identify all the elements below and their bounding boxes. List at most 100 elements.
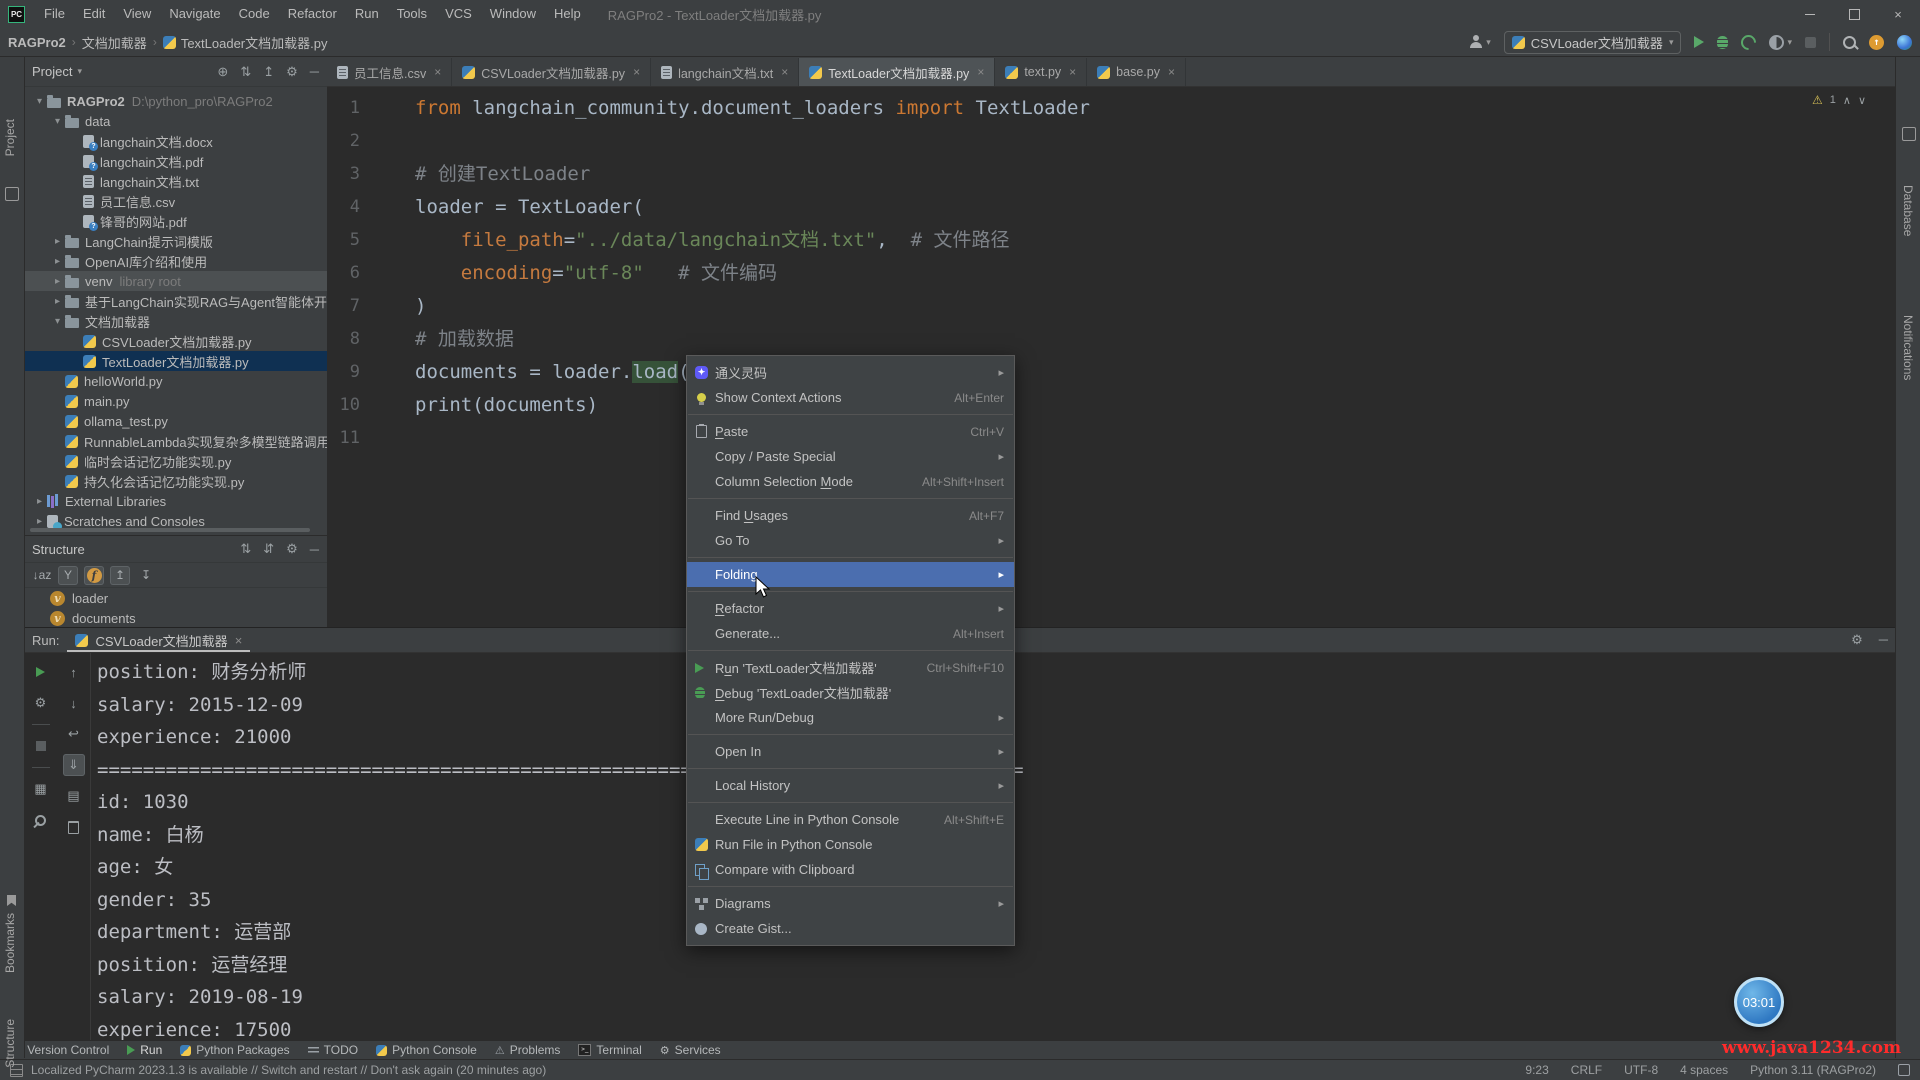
tab-textloader-py[interactable]: TextLoader文档加载器.py× bbox=[799, 58, 995, 86]
line-number[interactable]: 1 bbox=[327, 92, 415, 125]
tree-item-langchain[interactable]: ▸LangChain提示词模版 bbox=[24, 231, 327, 251]
menubar-item-code[interactable]: Code bbox=[230, 0, 279, 28]
toolwindow-button-services[interactable]: ⚙Services bbox=[651, 1041, 730, 1060]
status-crlf[interactable]: CRLF bbox=[1571, 1063, 1602, 1077]
tree-item-main-py[interactable]: main.py bbox=[24, 391, 327, 411]
tree-item-langchain-rag-agent[interactable]: ▸基于LangChain实现RAG与Agent智能体开发 bbox=[24, 291, 327, 311]
line-number[interactable]: 8 bbox=[327, 323, 415, 356]
menubar-item-help[interactable]: Help bbox=[545, 0, 590, 28]
tab-csvloader-py[interactable]: CSVLoader文档加载器.py× bbox=[452, 58, 651, 86]
run-configuration-select[interactable]: CSVLoader文档加载器 ▾ bbox=[1504, 31, 1682, 54]
status-utf-8[interactable]: UTF-8 bbox=[1624, 1063, 1658, 1077]
move-up-icon[interactable]: ↥ bbox=[110, 566, 130, 585]
tree-chevron-icon[interactable]: ▸ bbox=[50, 296, 65, 307]
code-line-8[interactable]: 8# 加载数据 bbox=[327, 323, 1896, 356]
tree-item-py[interactable]: 持久化会话记忆功能实现.py bbox=[24, 471, 327, 491]
line-number[interactable]: 2 bbox=[327, 125, 415, 158]
user-menu-button[interactable]: ▾ bbox=[1469, 35, 1491, 49]
code-line-7[interactable]: 7) bbox=[327, 290, 1896, 323]
tree-item-runnablelambda-p[interactable]: RunnableLambda实现复杂多模型链路调用.p bbox=[24, 431, 327, 451]
menubar-item-vcs[interactable]: VCS bbox=[436, 0, 481, 28]
stripe-bookmarks-button[interactable]: Bookmarks bbox=[3, 913, 17, 973]
close-tab-icon[interactable]: × bbox=[977, 65, 984, 79]
menu-item-open-in[interactable]: Open In▸ bbox=[687, 739, 1014, 764]
line-number[interactable]: 4 bbox=[327, 191, 415, 224]
menu-item-item[interactable]: ✦通义灵码▸ bbox=[687, 360, 1014, 385]
menu-item-run-textloader[interactable]: Run 'TextLoader文档加载器'Ctrl+Shift+F10 bbox=[687, 655, 1014, 680]
menubar-item-navigate[interactable]: Navigate bbox=[160, 0, 229, 28]
stripe-project-button[interactable]: Project bbox=[3, 119, 17, 156]
menu-item-paste[interactable]: PasteCtrl+V bbox=[687, 419, 1014, 444]
close-tab-icon[interactable]: × bbox=[1168, 65, 1175, 79]
code-line-9[interactable]: 9documents = loader.load() bbox=[327, 356, 1896, 389]
scroll-to-source-icon[interactable]: ↥ bbox=[263, 64, 274, 80]
scroll-to-end-icon[interactable]: ⇓ bbox=[63, 754, 85, 776]
tree-item-langchain-pdf[interactable]: langchain文档.pdf bbox=[24, 151, 327, 171]
tree-item-textloader-py[interactable]: TextLoader文档加载器.py bbox=[24, 351, 327, 371]
run-button[interactable] bbox=[1694, 36, 1704, 48]
line-number[interactable]: 9 bbox=[327, 356, 415, 389]
stripe-notifications-button[interactable]: Notifications bbox=[1901, 315, 1915, 380]
menubar-item-refactor[interactable]: Refactor bbox=[279, 0, 346, 28]
next-problem-icon[interactable]: ∨ bbox=[1858, 94, 1866, 107]
expand-all-icon[interactable]: ⇅ bbox=[240, 541, 251, 557]
print-icon[interactable]: ▤ bbox=[63, 785, 85, 807]
menu-item-show-context-actions[interactable]: Show Context ActionsAlt+Enter bbox=[687, 385, 1014, 410]
toolwindow-button-python-console[interactable]: Python Console bbox=[367, 1041, 486, 1060]
breadcrumb-item-item[interactable]: 文档加载器 bbox=[82, 33, 147, 52]
toolwindow-button-problems[interactable]: ⚠Problems bbox=[486, 1041, 570, 1060]
line-number[interactable]: 7 bbox=[327, 290, 415, 323]
hide-panel-icon[interactable]: ─ bbox=[310, 542, 319, 557]
menubar-item-view[interactable]: View bbox=[114, 0, 160, 28]
status-python-3-11-ragpro2[interactable]: Python 3.11 (RAGPro2) bbox=[1750, 1063, 1876, 1077]
tree-item-helloworld-py[interactable]: helloWorld.py bbox=[24, 371, 327, 391]
menu-item-generate[interactable]: Generate...Alt+Insert bbox=[687, 621, 1014, 646]
tree-item-langchain-docx[interactable]: langchain文档.docx bbox=[24, 131, 327, 151]
minimize-button[interactable] bbox=[1788, 0, 1832, 28]
menu-item-run-file-in-python-console[interactable]: Run File in Python Console bbox=[687, 832, 1014, 857]
menubar-item-window[interactable]: Window bbox=[481, 0, 545, 28]
stripe-database-button[interactable]: Database bbox=[1901, 185, 1915, 236]
menu-item-debug-textloader[interactable]: Debug 'TextLoader文档加载器' bbox=[687, 680, 1014, 705]
code-line-4[interactable]: 4loader = TextLoader( bbox=[327, 191, 1896, 224]
tree-item-pdf[interactable]: 锋哥的网站.pdf bbox=[24, 211, 327, 231]
menu-item-folding[interactable]: Folding▸ bbox=[687, 562, 1014, 587]
layout-settings-icon[interactable]: ▦ bbox=[30, 778, 52, 800]
collapse-all-icon[interactable]: ⇵ bbox=[263, 541, 274, 557]
close-tab-icon[interactable]: × bbox=[781, 65, 788, 79]
sort-az-icon[interactable]: ↓az bbox=[32, 566, 52, 585]
menubar-item-tools[interactable]: Tools bbox=[388, 0, 436, 28]
menubar-item-edit[interactable]: Edit bbox=[74, 0, 114, 28]
rerun-button[interactable] bbox=[30, 661, 52, 683]
menu-item-compare-with-clipboard[interactable]: Compare with Clipboard bbox=[687, 857, 1014, 882]
filter-inherited-icon[interactable]: Y bbox=[58, 566, 78, 585]
stop-button[interactable] bbox=[30, 735, 52, 757]
tree-item-csv[interactable]: 员工信息.csv bbox=[24, 191, 327, 211]
code-line-1[interactable]: 1from langchain_community.document_loade… bbox=[327, 92, 1896, 125]
line-number[interactable]: 10 bbox=[327, 389, 415, 422]
toolwindow-button-run[interactable]: Run bbox=[118, 1041, 171, 1060]
line-number[interactable]: 5 bbox=[327, 224, 415, 257]
code-line-6[interactable]: 6 encoding="utf-8" # 文件编码 bbox=[327, 257, 1896, 290]
debug-button[interactable] bbox=[1717, 36, 1728, 49]
project-panel-title[interactable]: Project bbox=[32, 64, 72, 79]
menubar-item-file[interactable]: File bbox=[35, 0, 74, 28]
tree-chevron-icon[interactable]: ▸ bbox=[50, 256, 65, 267]
structure-item-documents[interactable]: vdocuments bbox=[24, 608, 327, 628]
tree-chevron-icon[interactable]: ▸ bbox=[32, 516, 47, 527]
code-line-10[interactable]: 10print(documents) bbox=[327, 389, 1896, 422]
code-line-2[interactable]: 2 bbox=[327, 125, 1896, 158]
inspections-widget[interactable]: ⚠ 1 ∧ ∨ bbox=[1812, 93, 1866, 107]
toolwindow-button-python-packages[interactable]: Python Packages bbox=[171, 1041, 298, 1060]
tree-chevron-icon[interactable]: ▸ bbox=[50, 276, 65, 287]
code-line-5[interactable]: 5 file_path="../data/langchain文档.txt", #… bbox=[327, 224, 1896, 257]
menubar-item-run[interactable]: Run bbox=[346, 0, 388, 28]
menu-item-column-selection-mode[interactable]: Column Selection ModeAlt+Shift+Insert bbox=[687, 469, 1014, 494]
pin-tab-icon[interactable] bbox=[30, 809, 52, 831]
edit-configuration-icon[interactable]: ⚙ bbox=[30, 692, 52, 714]
tree-chevron-icon[interactable]: ▸ bbox=[50, 236, 65, 247]
structure-item-loader[interactable]: vloader bbox=[24, 588, 327, 608]
settings-gear-icon[interactable]: ⚙ bbox=[1851, 632, 1863, 648]
coverage-button[interactable]: ▾ bbox=[1769, 35, 1792, 50]
toolwindow-button-todo[interactable]: TODO bbox=[299, 1041, 367, 1060]
